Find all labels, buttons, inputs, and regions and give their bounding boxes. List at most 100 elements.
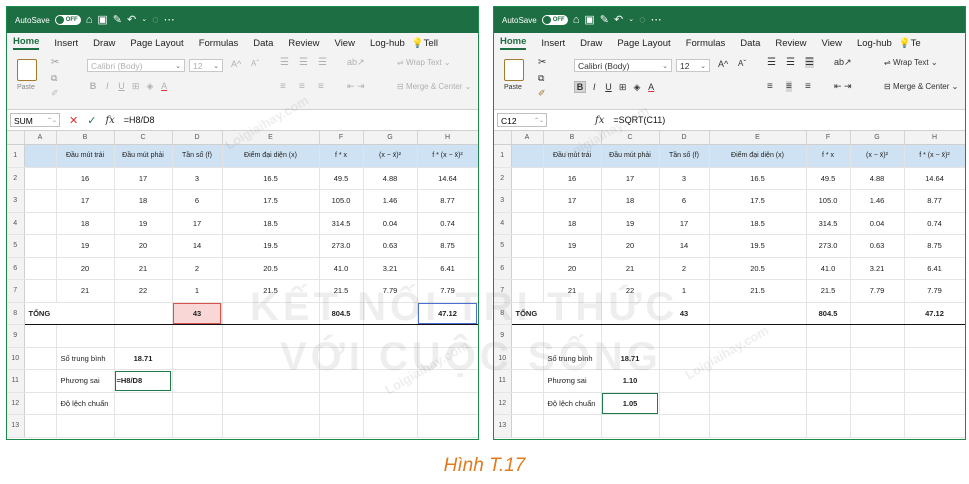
table-cell[interactable]: 7.79 [363,279,418,303]
wrap-text-button[interactable]: ⇌ Wrap Text ⌄ [397,58,451,67]
row-header[interactable]: 11 [7,369,25,393]
table-cell[interactable]: 17.5 [222,189,320,213]
row-header[interactable]: 3 [494,189,512,213]
mean-label[interactable]: Số trung bình [56,347,115,370]
header-cell[interactable]: Tần số (f) [172,144,223,168]
autosave-toggle[interactable]: OFF [54,15,81,25]
table-cell[interactable]: 105.0 [806,189,851,213]
tab-home[interactable]: Home [500,36,527,50]
table-cell[interactable]: 20 [55,257,115,280]
column-header[interactable]: C [114,131,173,145]
cell[interactable] [511,234,544,258]
italic-button[interactable]: I [588,82,600,92]
table-cell[interactable]: 21 [601,257,660,280]
table-cell[interactable]: 7.79 [904,279,965,303]
cell[interactable] [601,324,660,348]
table-cell[interactable]: 6.41 [417,257,478,280]
cell[interactable] [904,347,965,370]
cell[interactable] [24,347,57,370]
more-icon[interactable]: ⋯ [164,15,175,26]
cell[interactable] [24,392,57,415]
redo-icon[interactable]: ◌ [152,15,159,26]
cell[interactable] [904,369,965,393]
column-header[interactable]: E [222,131,320,145]
cell[interactable] [319,392,364,415]
table-cell[interactable]: 2 [172,257,223,280]
row-header[interactable]: 7 [7,279,25,303]
header-cell[interactable]: Điểm đại diện (x) [222,144,320,168]
more-icon[interactable]: ⋯ [651,15,662,26]
cell[interactable] [806,369,851,393]
column-header[interactable]: F [806,131,851,145]
column-header[interactable]: G [850,131,905,145]
row-header[interactable]: 1 [7,144,25,168]
cell[interactable] [114,301,173,325]
table-cell[interactable]: 19 [542,234,602,258]
table-cell[interactable]: 0.74 [417,212,478,235]
table-cell[interactable]: 17 [601,167,660,190]
cell[interactable] [56,301,115,325]
table-cell[interactable]: 19.5 [222,234,320,258]
cell[interactable] [222,414,320,438]
header-cell[interactable]: f * (x − x̄)² [417,144,478,168]
merge-center-button[interactable]: ⊟ Merge & Center ⌄ [397,82,471,91]
table-cell[interactable]: 105.0 [319,189,364,213]
cell[interactable] [709,301,807,325]
table-cell[interactable]: 14 [659,234,710,258]
cell[interactable] [24,257,57,280]
cell[interactable] [222,324,320,348]
undo-icon[interactable]: ↶ [127,15,136,26]
table-cell[interactable]: 3.21 [850,257,905,280]
table-cell[interactable]: 314.5 [319,212,364,235]
align-center-icon[interactable]: ≡ [786,81,792,92]
table-cell[interactable]: 20.5 [222,257,320,280]
total-label[interactable]: TỔNG [511,301,543,325]
variance-label[interactable]: Phương sai [543,369,602,393]
cell[interactable] [222,369,320,393]
cell[interactable] [709,392,807,415]
column-header[interactable]: B [543,131,602,145]
cell[interactable] [24,414,57,438]
cancel-icon[interactable]: ✕ [69,114,78,127]
table-cell[interactable]: 1.46 [850,189,905,213]
table-cell[interactable]: 19 [114,212,173,235]
column-header[interactable]: C [601,131,660,145]
cell[interactable] [850,347,905,370]
increase-font-icon[interactable]: A^ [231,59,241,69]
column-header[interactable]: A [24,131,57,145]
cell[interactable] [363,347,418,370]
cut-icon[interactable]: ✂ [538,57,546,68]
table-cell[interactable]: 0.63 [850,234,905,258]
table-cell[interactable]: 17 [542,189,602,213]
cell[interactable] [659,369,710,393]
table-cell[interactable]: 1.46 [363,189,418,213]
tab-view[interactable]: View [335,38,355,49]
column-header[interactable]: B [56,131,115,145]
formula-input[interactable]: =SQRT(C11) [613,115,665,125]
align-bottom-icon[interactable]: ☰ [805,57,814,68]
table-cell[interactable]: 8.75 [417,234,478,258]
cell[interactable] [543,324,602,348]
cell[interactable] [417,414,478,438]
table-cell[interactable]: 49.5 [319,167,364,190]
row-header[interactable]: 10 [494,347,512,370]
cell[interactable] [850,414,905,438]
row-header[interactable]: 9 [7,324,25,348]
row-header[interactable]: 6 [7,257,25,280]
column-header[interactable]: E [709,131,807,145]
cell[interactable] [850,392,905,415]
align-bottom-icon[interactable]: ☰ [318,57,327,68]
tab-log-hub[interactable]: Log-hub [370,38,405,49]
table-cell[interactable]: 18 [55,212,115,235]
tab-data[interactable]: Data [740,38,760,49]
table-cell[interactable]: 20 [114,234,173,258]
borders-icon[interactable]: ⊞ [130,81,142,92]
row-header[interactable]: 9 [494,324,512,348]
table-cell[interactable]: 17 [114,167,173,190]
tab-view[interactable]: View [822,38,842,49]
save-icon[interactable]: ▣ [97,15,107,26]
cell[interactable] [709,324,807,348]
cell[interactable] [172,324,223,348]
select-all-corner[interactable] [494,131,512,145]
fill-color-icon[interactable]: ◈ [144,81,156,92]
